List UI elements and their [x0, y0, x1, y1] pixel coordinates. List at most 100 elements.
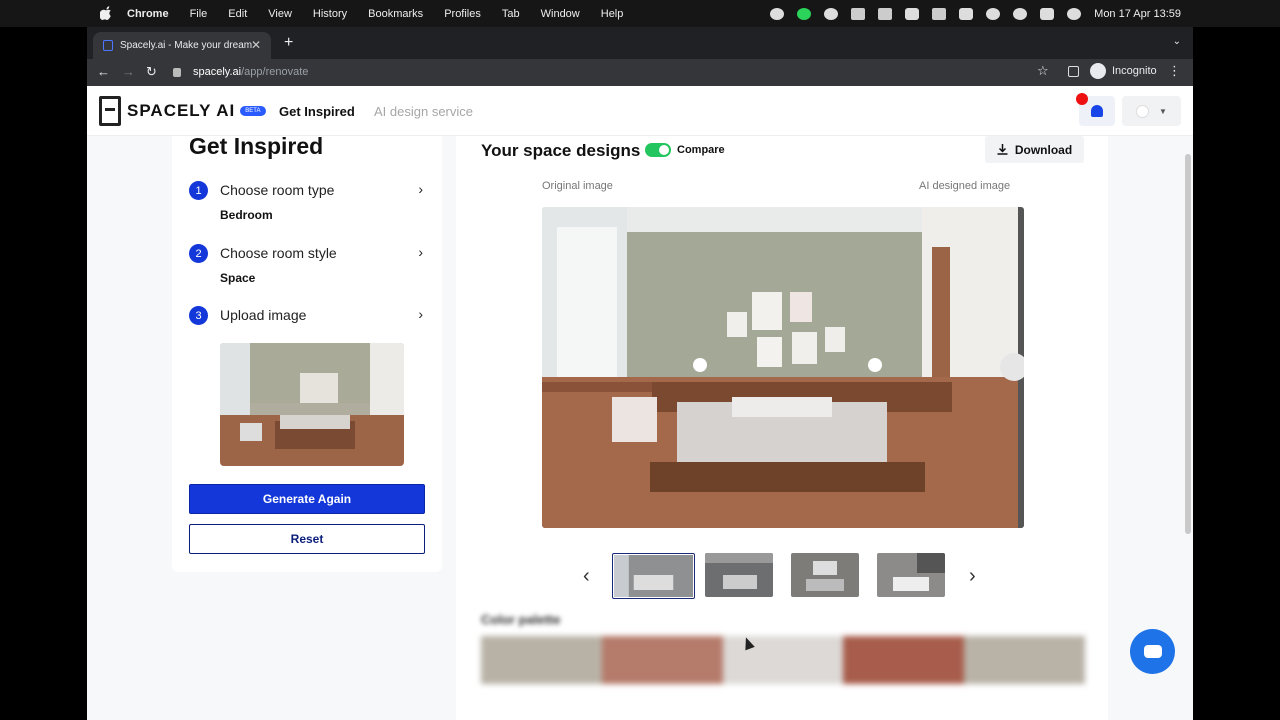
download-label: Download — [1014, 142, 1073, 157]
designs-title: Your space designs — [481, 141, 641, 160]
forward-icon[interactable]: → — [122, 64, 135, 79]
download-button[interactable]: Download — [985, 136, 1084, 163]
download-icon — [997, 144, 1008, 155]
logo-mark-icon — [99, 96, 121, 126]
chevron-right-icon: › — [418, 306, 423, 322]
status-icon[interactable] — [824, 7, 839, 20]
menu-profiles[interactable]: Profiles — [444, 8, 481, 20]
bookmark-star-icon[interactable]: ☆ — [1037, 63, 1049, 79]
reload-icon[interactable]: ↻ — [146, 64, 157, 80]
color-palette — [481, 636, 1085, 684]
favicon-icon — [103, 40, 113, 51]
mac-menubar: Chrome File Edit View History Bookmarks … — [0, 0, 1280, 27]
page-title: Get Inspired — [189, 133, 324, 159]
reset-button[interactable]: Reset — [189, 524, 425, 554]
menu-tab[interactable]: Tab — [502, 8, 520, 20]
control-center-icon[interactable] — [1040, 7, 1055, 20]
generate-again-button[interactable]: Generate Again — [189, 484, 425, 514]
design-thumbnail-1[interactable] — [612, 553, 695, 599]
step-label: Choose room type — [220, 182, 335, 198]
volume-icon[interactable] — [905, 7, 920, 20]
apple-icon[interactable] — [100, 6, 112, 20]
input-source-icon[interactable] — [932, 7, 947, 20]
chevron-right-icon: › — [418, 181, 423, 197]
menu-edit[interactable]: Edit — [228, 8, 247, 20]
browser-menu-icon[interactable]: ⋮ — [1168, 63, 1181, 79]
logo-text: SPACELY AI — [127, 101, 236, 120]
color-palette-title: Color palette — [481, 612, 561, 627]
tab-bar: Spacely.ai - Make your dream ✕ + ⌄ — [87, 27, 1193, 59]
profile-menu-button[interactable]: ▼ — [1122, 96, 1181, 126]
record-icon[interactable] — [770, 7, 785, 20]
app-header: SPACELY AI BETA Get Inspired AI design s… — [87, 86, 1193, 136]
step-label: Choose room style — [220, 245, 337, 261]
lock-icon — [173, 67, 181, 77]
menu-chrome[interactable]: Chrome — [127, 8, 169, 20]
original-image-caption: Original image — [542, 180, 613, 192]
palette-swatch[interactable] — [843, 636, 965, 684]
nav-ai-design-service[interactable]: AI design service — [374, 104, 473, 119]
step-label: Upload image — [220, 307, 307, 323]
palette-swatch[interactable] — [481, 636, 602, 684]
menu-help[interactable]: Help — [601, 8, 624, 20]
side-panel-icon[interactable] — [1068, 66, 1079, 77]
new-tab-icon[interactable]: + — [284, 34, 293, 52]
tab-title: Spacely.ai - Make your dream — [120, 40, 253, 51]
tab-search-chevron-icon[interactable]: ⌄ — [1173, 36, 1181, 47]
design-thumbnail-2[interactable] — [705, 553, 773, 597]
browser-tab[interactable]: Spacely.ai - Make your dream ✕ — [93, 32, 271, 59]
menu-history[interactable]: History — [313, 8, 347, 20]
design-thumbnail-4[interactable] — [877, 553, 945, 597]
avatar — [1136, 104, 1150, 118]
beta-badge: BETA — [240, 106, 266, 116]
browser-window: Spacely.ai - Make your dream ✕ + ⌄ ← → ↻… — [87, 27, 1193, 720]
battery-icon[interactable] — [959, 7, 974, 20]
url-path: /app/renovate — [241, 66, 309, 78]
step-number: 1 — [189, 181, 208, 200]
incognito-icon — [1090, 63, 1106, 79]
bell-icon — [1091, 105, 1103, 117]
compare-toggle[interactable] — [645, 143, 671, 157]
back-icon[interactable]: ← — [97, 64, 110, 79]
menu-file[interactable]: File — [190, 8, 208, 20]
designs-panel: Your space designs Compare Download Orig… — [456, 136, 1108, 720]
close-tab-icon[interactable]: ✕ — [251, 38, 261, 52]
menu-bookmarks[interactable]: Bookmarks — [368, 8, 423, 20]
compare-image[interactable] — [542, 207, 1024, 528]
uploaded-image-thumbnail[interactable] — [220, 343, 404, 466]
accessibility-icon[interactable] — [878, 7, 893, 20]
carousel-prev-icon[interactable]: ‹ — [583, 565, 590, 588]
chevron-right-icon: › — [418, 244, 423, 260]
incognito-label: Incognito — [1112, 65, 1157, 77]
menu-window[interactable]: Window — [541, 8, 580, 20]
step-number: 2 — [189, 244, 208, 263]
chat-support-button[interactable] — [1130, 629, 1175, 674]
incognito-button[interactable]: Incognito — [1090, 63, 1157, 79]
step-value: Space — [220, 271, 256, 285]
page-scrollbar[interactable] — [1185, 154, 1191, 534]
menu-view[interactable]: View — [268, 8, 292, 20]
spotlight-icon[interactable] — [1013, 7, 1028, 20]
keyboard-icon[interactable] — [851, 7, 866, 20]
palette-swatch[interactable] — [601, 636, 723, 684]
url-host: spacely.ai — [193, 66, 242, 78]
step-value: Bedroom — [220, 208, 273, 222]
line-app-icon[interactable] — [797, 7, 812, 20]
wifi-icon[interactable] — [986, 7, 1001, 20]
browser-toolbar: ← → ↻ spacely.ai/app/renovate ☆ Incognit… — [87, 59, 1193, 86]
ai-image-caption: AI designed image — [919, 180, 1011, 192]
chevron-down-icon: ▼ — [1159, 106, 1167, 116]
nav-get-inspired[interactable]: Get Inspired — [279, 104, 355, 119]
chat-bubble-icon — [1143, 645, 1162, 658]
step-number: 3 — [189, 306, 208, 325]
palette-swatch[interactable] — [964, 636, 1085, 684]
steps-panel: Get Inspired 1 Choose room type › Bedroo… — [172, 133, 442, 572]
compare-label: Compare — [677, 144, 725, 156]
carousel-next-icon[interactable]: › — [969, 565, 976, 588]
menubar-datetime[interactable]: Mon 17 Apr 13:59 — [1094, 8, 1181, 20]
address-bar[interactable]: spacely.ai/app/renovate — [173, 61, 1053, 83]
spacely-logo[interactable]: SPACELY AI BETA — [99, 96, 266, 126]
palette-swatch[interactable] — [722, 636, 844, 684]
siri-icon[interactable] — [1067, 7, 1082, 20]
design-thumbnail-3[interactable] — [791, 553, 859, 597]
